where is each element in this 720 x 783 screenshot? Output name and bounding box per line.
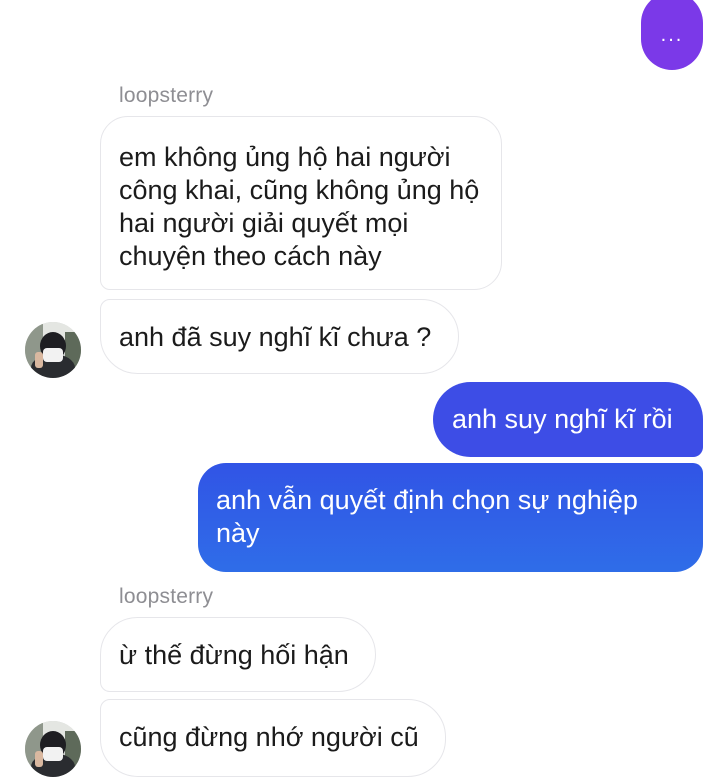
message-text: anh vẫn quyết định chọn sự nghiệp này bbox=[216, 485, 638, 548]
sender-name: loopsterry bbox=[119, 585, 214, 608]
message-text: cũng đừng nhớ người cũ bbox=[119, 722, 419, 752]
incoming-message[interactable]: cũng đừng nhớ người cũ bbox=[100, 699, 446, 777]
message-text: em không ủng hộ hai người công khai, cũn… bbox=[119, 142, 480, 271]
message-text: ừ thế đừng hối hận bbox=[119, 640, 349, 670]
incoming-message[interactable]: em không ủng hộ hai người công khai, cũn… bbox=[100, 116, 502, 290]
outgoing-message[interactable]: anh suy nghĩ kĩ rồi bbox=[433, 382, 703, 457]
outgoing-message[interactable]: anh vẫn quyết định chọn sự nghiệp này bbox=[198, 463, 703, 572]
user-avatar-icon[interactable] bbox=[25, 721, 81, 777]
incoming-message[interactable]: ừ thế đừng hối hận bbox=[100, 617, 376, 692]
incoming-message[interactable]: anh đã suy nghĩ kĩ chưa ? bbox=[100, 299, 459, 374]
sender-name: loopsterry bbox=[119, 84, 214, 107]
user-avatar-icon[interactable] bbox=[25, 322, 81, 378]
message-text: anh đã suy nghĩ kĩ chưa ? bbox=[119, 322, 432, 352]
message-text: anh suy nghĩ kĩ rồi bbox=[452, 404, 673, 434]
more-message-bubble[interactable]: ... bbox=[641, 0, 703, 70]
more-dots: ... bbox=[660, 23, 684, 46]
